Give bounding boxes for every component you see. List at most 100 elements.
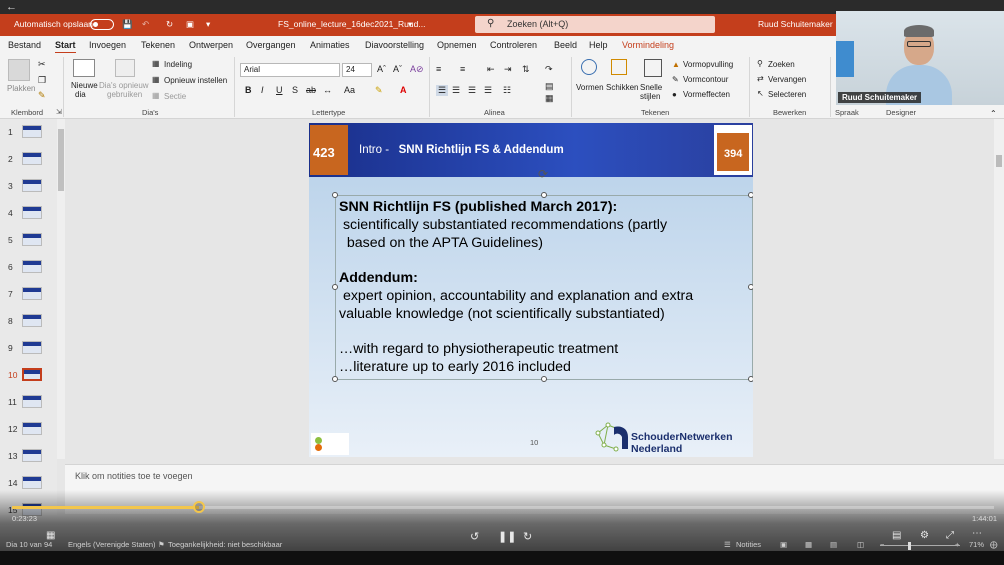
- reset-icon[interactable]: ▦: [152, 75, 160, 84]
- slide-thumbnail[interactable]: 9: [0, 335, 57, 362]
- normal-view-icon[interactable]: ▣: [780, 540, 787, 549]
- slide-thumbnail[interactable]: 6: [0, 254, 57, 281]
- find-icon[interactable]: ⚲: [757, 59, 763, 68]
- slideshow-view-icon[interactable]: ◫: [857, 540, 864, 549]
- tab-vormindeling[interactable]: Vormindeling: [622, 40, 674, 50]
- video-progress-knob[interactable]: [193, 501, 205, 513]
- quick-styles-label-2[interactable]: stijlen: [640, 92, 660, 101]
- resize-handle[interactable]: [332, 284, 338, 290]
- numbering-icon[interactable]: ≡: [460, 64, 465, 74]
- shape-effects-icon[interactable]: ●: [672, 90, 677, 99]
- font-color-icon[interactable]: A: [400, 85, 407, 95]
- arrange-icon[interactable]: [611, 59, 627, 75]
- shrink-font-icon[interactable]: Aˇ: [393, 64, 402, 74]
- select-button[interactable]: Selecteren: [768, 90, 806, 99]
- bullets-icon[interactable]: ≡: [436, 64, 441, 74]
- slide-thumbnail[interactable]: 4: [0, 200, 57, 227]
- tab-opnemen[interactable]: Opnemen: [437, 40, 477, 50]
- paste-icon[interactable]: [8, 59, 30, 81]
- underline-icon[interactable]: U: [276, 85, 283, 95]
- justify-icon[interactable]: ☰: [484, 85, 492, 96]
- slide-thumbnail-image[interactable]: [22, 449, 42, 462]
- format-painter-icon[interactable]: ✎: [38, 90, 46, 101]
- tab-animaties[interactable]: Animaties: [310, 40, 350, 50]
- tab-tekenen[interactable]: Tekenen: [141, 40, 175, 50]
- replace-button[interactable]: Vervangen: [768, 75, 806, 84]
- slide-thumbnail-image[interactable]: [22, 233, 42, 246]
- reset-button[interactable]: Opnieuw instellen: [164, 76, 227, 85]
- layout-icon[interactable]: ▦: [152, 59, 160, 68]
- font-name-select[interactable]: Arial: [240, 63, 340, 77]
- status-language[interactable]: Engels (Verenigde Staten): [68, 540, 156, 549]
- bold-icon[interactable]: B: [245, 85, 252, 95]
- slide-thumbnail[interactable]: 13: [0, 443, 57, 470]
- grow-font-icon[interactable]: Aˆ: [377, 64, 386, 74]
- slide-title[interactable]: Intro - SNN Richtlijn FS & Addendum: [359, 144, 564, 156]
- align-right-icon[interactable]: ☰: [468, 85, 476, 96]
- search-input[interactable]: ⚲ Zoeken (Alt+Q): [475, 16, 715, 33]
- tab-beeld[interactable]: Beeld: [554, 40, 577, 50]
- slide-thumbnail-image[interactable]: [22, 422, 42, 435]
- new-slide-icon[interactable]: [73, 59, 95, 77]
- slide-thumbnail-image[interactable]: [22, 206, 42, 219]
- slide-thumbnail-image[interactable]: [22, 314, 42, 327]
- back-arrow-icon[interactable]: ←: [6, 1, 17, 13]
- resize-handle[interactable]: [332, 192, 338, 198]
- slide-thumbnail[interactable]: 1: [0, 119, 57, 146]
- thumbnail-scrollbar[interactable]: [57, 119, 65, 459]
- increase-indent-icon[interactable]: ⇥: [504, 64, 512, 75]
- slide-thumbnail-image[interactable]: [22, 179, 42, 192]
- shapes-icon[interactable]: [581, 59, 597, 75]
- shapes-button[interactable]: Vormen: [576, 83, 604, 92]
- slide-thumbnail[interactable]: 11: [0, 389, 57, 416]
- copy-icon[interactable]: ❐: [38, 75, 46, 86]
- shape-outline-icon[interactable]: ✎: [672, 75, 679, 84]
- shadow-icon[interactable]: S: [292, 85, 298, 95]
- tab-invoegen[interactable]: Invoegen: [89, 40, 126, 50]
- reuse-slides-icon[interactable]: [115, 59, 135, 77]
- quick-styles-icon[interactable]: [644, 59, 662, 77]
- slide-thumbnail-image[interactable]: [22, 476, 42, 489]
- thumbnail-scroll-thumb[interactable]: [58, 129, 64, 191]
- slide-thumbnail-image[interactable]: [22, 260, 42, 273]
- canvas-scrollbar[interactable]: [994, 119, 1004, 459]
- rotate-handle-icon[interactable]: ⟳: [538, 167, 548, 181]
- status-notes-button[interactable]: Notities: [736, 540, 761, 549]
- slide-thumbnail[interactable]: 10: [0, 362, 57, 389]
- user-name[interactable]: Ruud Schuitemaker: [758, 19, 833, 29]
- collapse-ribbon-icon[interactable]: ⌃: [990, 109, 997, 118]
- save-icon[interactable]: 💾: [122, 19, 133, 30]
- new-slide-label-1[interactable]: Nieuwe: [71, 81, 98, 90]
- change-case-icon[interactable]: Aa: [344, 85, 355, 95]
- columns-icon[interactable]: ☷: [503, 85, 511, 96]
- resize-handle[interactable]: [541, 192, 547, 198]
- char-spacing-icon[interactable]: ↔: [323, 85, 332, 95]
- text-direction-icon[interactable]: ↷: [545, 64, 553, 75]
- slide-thumbnail-image[interactable]: [22, 125, 42, 138]
- new-slide-label-2[interactable]: dia: [75, 90, 86, 99]
- slide-thumbnail-image[interactable]: [22, 341, 42, 354]
- zoom-slider-track[interactable]: [880, 545, 960, 546]
- resize-handle[interactable]: [748, 192, 753, 198]
- layout-button[interactable]: Indeling: [164, 60, 192, 69]
- fit-to-window-icon[interactable]: ⨁: [990, 540, 998, 549]
- replace-icon[interactable]: ⇄: [757, 74, 764, 83]
- reuse-slides-label-2[interactable]: gebruiken: [107, 90, 142, 99]
- status-accessibility[interactable]: Toegankelijkheid: niet beschikbaar: [168, 540, 282, 549]
- section-button[interactable]: Sectie: [164, 92, 186, 101]
- tab-ontwerpen[interactable]: Ontwerpen: [189, 40, 233, 50]
- clipboard-launcher-icon[interactable]: ⇲: [56, 108, 62, 116]
- notes-toggle-icon[interactable]: ☰: [724, 540, 731, 549]
- highlight-icon[interactable]: ✎: [375, 85, 383, 96]
- slide-thumbnail[interactable]: 8: [0, 308, 57, 335]
- zoom-slider-knob[interactable]: [908, 542, 911, 550]
- find-button[interactable]: Zoeken: [768, 60, 795, 69]
- cut-icon[interactable]: ✂: [38, 59, 46, 70]
- slide-thumbnail[interactable]: 5: [0, 227, 57, 254]
- tab-overgangen[interactable]: Overgangen: [246, 40, 296, 50]
- select-icon[interactable]: ↖: [757, 89, 764, 98]
- paste-label[interactable]: Plakken: [7, 84, 35, 93]
- undo-icon[interactable]: ↶: [142, 19, 149, 30]
- decrease-indent-icon[interactable]: ⇤: [487, 64, 495, 75]
- autosave-toggle[interactable]: [90, 19, 114, 30]
